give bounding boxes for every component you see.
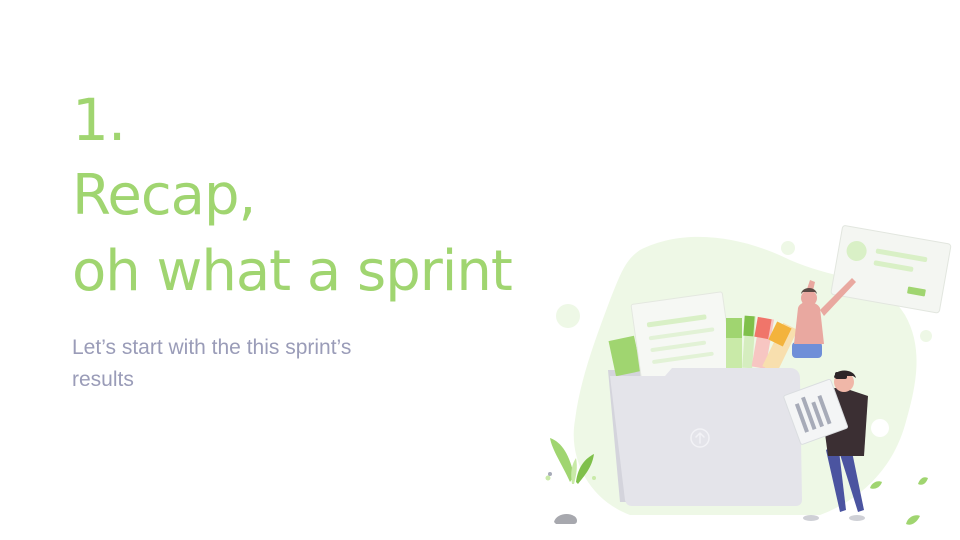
decor-circle — [871, 419, 889, 437]
slide-title-line-2: oh what a sprint — [72, 239, 513, 304]
sprint-illustration — [545, 225, 952, 525]
section-number: 1. — [72, 86, 126, 154]
folder-front — [610, 368, 802, 506]
leaf — [870, 481, 882, 489]
slide-title-line-1: Recap, — [72, 163, 256, 228]
slide-subtitle: Let’s start with the this sprint’s resul… — [72, 336, 352, 391]
slide-title: Recap, oh what a sprint — [72, 158, 513, 310]
leaf — [906, 515, 920, 525]
decor-circle — [556, 304, 580, 328]
decor-circle — [920, 330, 932, 342]
slide: 1. Recap, oh what a sprint Let’s start w… — [0, 0, 960, 540]
rock — [554, 514, 577, 524]
decor-circle — [781, 241, 795, 255]
leaf — [918, 477, 928, 485]
